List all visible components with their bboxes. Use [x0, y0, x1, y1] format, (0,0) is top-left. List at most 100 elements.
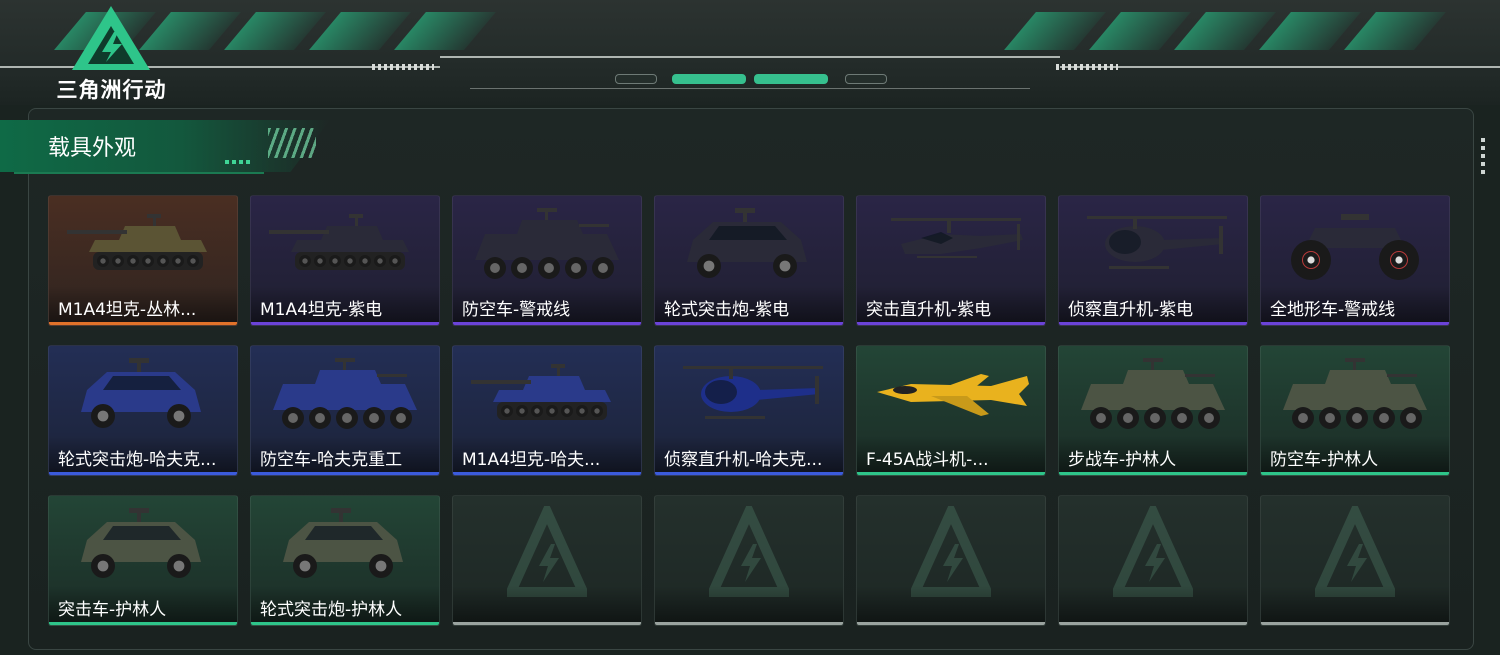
vehicle-skin-card[interactable]: 轮式突击炮-护林人 — [250, 495, 440, 626]
header-line — [1060, 66, 1500, 68]
vehicle-skin-card[interactable]: M1A4坦克-紫电 — [250, 195, 440, 326]
aa-vehicle-icon — [475, 208, 619, 279]
header-stripe — [309, 12, 411, 50]
game-logo: 三角洲行动 — [44, 4, 179, 102]
vehicle-skin-card[interactable]: M1A4坦克-丛林... — [48, 195, 238, 326]
label-backdrop — [655, 586, 843, 622]
empty-skin-slot[interactable] — [1058, 495, 1248, 626]
fighter-jet-icon — [877, 374, 1029, 416]
vehicle-skin-card[interactable]: 轮式突击炮-紫电 — [654, 195, 844, 326]
header-underline — [14, 172, 264, 174]
logo-text: 三角洲行动 — [56, 78, 167, 102]
header-underline-dots — [225, 160, 250, 164]
vehicle-skin-name: 轮式突击炮-护林人 — [260, 600, 403, 620]
vehicle-skin-name: 防空车-警戒线 — [462, 300, 571, 320]
rarity-bar — [1261, 622, 1449, 625]
rarity-bar — [251, 472, 439, 475]
rarity-bar — [251, 322, 439, 325]
vehicle-skin-name: 突击车-护林人 — [58, 600, 167, 620]
vehicle-skin-name: 轮式突击炮-紫电 — [664, 300, 790, 320]
vehicle-skin-name: 突击直升机-紫电 — [866, 300, 992, 320]
header-stripe — [1174, 12, 1276, 50]
vehicle-skin-name: F-45A战斗机-... — [866, 450, 989, 470]
label-backdrop — [453, 586, 641, 622]
delta-logo-icon — [72, 6, 150, 70]
rarity-bar — [1059, 322, 1247, 325]
rarity-bar — [857, 472, 1045, 475]
ifv-icon — [1081, 358, 1225, 429]
rarity-bar — [1059, 472, 1247, 475]
vehicle-skin-name: 全地形车-警戒线 — [1270, 300, 1396, 320]
vehicle-skin-name: M1A4坦克-哈夫... — [462, 450, 601, 470]
label-backdrop — [1059, 586, 1247, 622]
top-header: 三角洲行动 — [0, 0, 1500, 105]
vehicle-skin-card[interactable]: 突击车-护林人 — [48, 495, 238, 626]
armored-car-icon — [81, 358, 201, 428]
vehicle-skin-name: M1A4坦克-丛林... — [58, 300, 197, 320]
atv-icon — [1291, 214, 1419, 280]
section-title: 载具外观 — [48, 136, 137, 161]
rarity-bar — [453, 322, 641, 325]
header-stripe — [1089, 12, 1191, 50]
rarity-bar — [49, 472, 237, 475]
vehicle-skin-card[interactable]: 防空车-护林人 — [1260, 345, 1450, 476]
armored-car-icon — [687, 208, 807, 278]
header-stripe — [394, 12, 496, 50]
armored-car-icon — [283, 508, 403, 578]
label-backdrop — [857, 586, 1045, 622]
empty-skin-slot[interactable] — [856, 495, 1046, 626]
header-decoration — [268, 128, 316, 158]
rarity-bar — [49, 622, 237, 625]
vehicle-skin-card[interactable]: 侦察直升机-哈夫克... — [654, 345, 844, 476]
vehicle-skin-card[interactable]: 防空车-警戒线 — [452, 195, 642, 326]
label-backdrop — [1261, 586, 1449, 622]
vehicle-skin-card[interactable]: 突击直升机-紫电 — [856, 195, 1046, 326]
assault-car-icon — [81, 508, 201, 578]
vehicle-skin-name: 侦察直升机-哈夫克... — [664, 450, 823, 470]
vehicle-skin-name: 防空车-哈夫克重工 — [260, 450, 403, 470]
page-indicator — [845, 74, 887, 84]
rarity-bar — [49, 322, 237, 325]
vehicle-skin-card[interactable]: M1A4坦克-哈夫... — [452, 345, 642, 476]
empty-skin-slot[interactable] — [654, 495, 844, 626]
scout-helicopter-icon — [1087, 216, 1227, 269]
vehicle-skin-card[interactable]: 防空车-哈夫克重工 — [250, 345, 440, 476]
vehicle-skin-name: 防空车-护林人 — [1270, 450, 1379, 470]
scroll-indicator[interactable] — [1481, 138, 1485, 178]
page-indicator-active — [754, 74, 828, 84]
aa-vehicle-icon — [273, 358, 417, 429]
vehicle-skin-card[interactable]: 轮式突击炮-哈夫克... — [48, 345, 238, 476]
rarity-bar — [655, 472, 843, 475]
tank-icon — [471, 364, 611, 420]
aa-vehicle-icon — [1283, 358, 1427, 429]
vehicle-skin-card[interactable]: 侦察直升机-紫电 — [1058, 195, 1248, 326]
vehicle-skin-name: 步战车-护林人 — [1068, 450, 1177, 470]
header-line — [440, 56, 1060, 58]
rarity-bar — [857, 322, 1045, 325]
header-stripe — [1259, 12, 1361, 50]
rarity-bar — [453, 472, 641, 475]
header-ticks — [372, 64, 434, 70]
page-indicator-active — [672, 74, 746, 84]
rarity-bar — [1261, 322, 1449, 325]
vehicle-skin-name: 侦察直升机-紫电 — [1068, 300, 1194, 320]
attack-helicopter-icon — [891, 218, 1023, 258]
rarity-bar — [655, 622, 843, 625]
empty-skin-slot[interactable] — [452, 495, 642, 626]
scout-helicopter-icon — [683, 366, 823, 419]
rarity-bar — [1059, 622, 1247, 625]
rarity-bar — [1261, 472, 1449, 475]
vehicle-skin-card[interactable]: 步战车-护林人 — [1058, 345, 1248, 476]
vehicle-skin-card[interactable]: 全地形车-警戒线 — [1260, 195, 1450, 326]
vehicle-skin-name: 轮式突击炮-哈夫克... — [58, 450, 217, 470]
rarity-bar — [453, 622, 641, 625]
tank-icon — [67, 214, 207, 270]
vehicle-skin-card[interactable]: F-45A战斗机-... — [856, 345, 1046, 476]
vehicle-skin-name: M1A4坦克-紫电 — [260, 300, 383, 320]
tank-icon — [269, 214, 409, 270]
page-indicator — [615, 74, 657, 84]
header-stripe — [224, 12, 326, 50]
empty-skin-slot[interactable] — [1260, 495, 1450, 626]
rarity-bar — [251, 622, 439, 625]
rarity-bar — [655, 322, 843, 325]
